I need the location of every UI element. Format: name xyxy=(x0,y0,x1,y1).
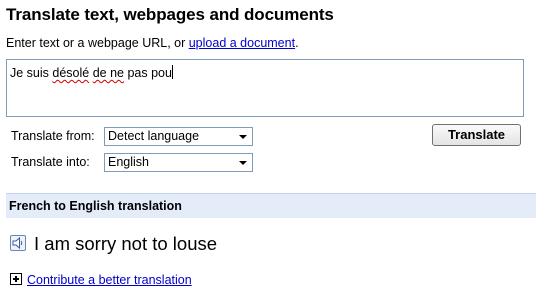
page-title: Translate text, webpages and documents xyxy=(6,5,334,24)
result-header: French to English translation xyxy=(6,193,536,218)
translate-into-value: English xyxy=(108,155,149,169)
dropdown-arrow-icon xyxy=(239,135,247,139)
plus-icon[interactable] xyxy=(10,273,22,285)
intro-label: Enter text or a webpage URL, or xyxy=(6,36,189,50)
result-header-title: French to English translation xyxy=(9,199,182,213)
dropdown-arrow-icon xyxy=(239,161,247,165)
translation-result: I am sorry not to louse xyxy=(34,233,218,254)
source-text-part: Je suis xyxy=(10,66,53,80)
translate-from-label: Translate from: xyxy=(11,129,95,143)
contribute-translation-link[interactable]: Contribute a better translation xyxy=(27,273,192,287)
source-text-input[interactable]: Je suis désolé de ne pas pou xyxy=(6,59,524,117)
speaker-icon[interactable] xyxy=(10,235,26,251)
source-text: Je suis désolé de ne pas pou xyxy=(10,66,172,80)
text-caret xyxy=(171,65,173,79)
translate-from-value: Detect language xyxy=(108,129,200,143)
source-text-part: pas pou xyxy=(124,66,172,80)
speaker-icon-graphic xyxy=(12,236,23,250)
upload-document-link[interactable]: upload a document xyxy=(189,36,295,50)
intro-suffix: . xyxy=(295,36,299,50)
translate-page: Translate text, webpages and documents E… xyxy=(0,0,536,300)
intro-text: Enter text or a webpage URL, or upload a… xyxy=(6,36,299,50)
translate-into-label: Translate into: xyxy=(11,155,90,169)
translate-into-select[interactable]: English xyxy=(104,153,253,172)
translate-from-select[interactable]: Detect language xyxy=(104,127,253,146)
spellcheck-word: de ne xyxy=(92,66,124,80)
translate-button[interactable]: Translate xyxy=(432,124,521,146)
spellcheck-word: désolé xyxy=(52,66,90,80)
